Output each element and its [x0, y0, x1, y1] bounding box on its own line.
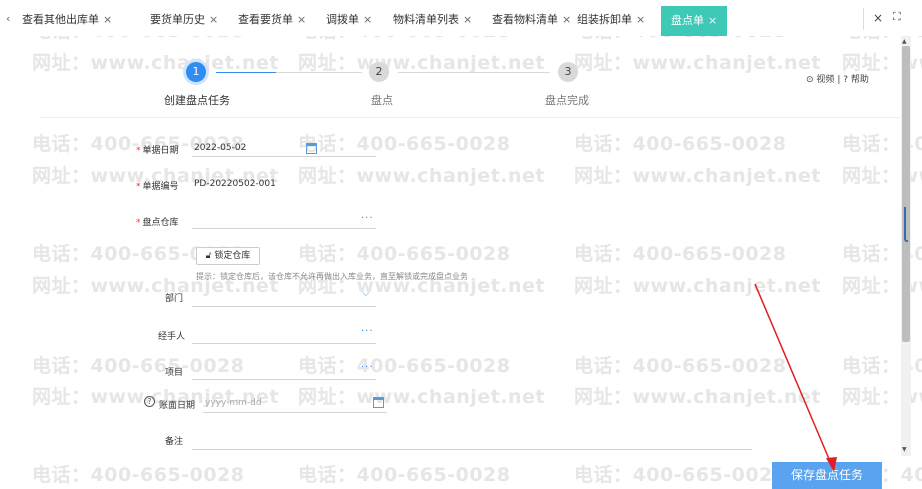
arrow-head	[826, 457, 837, 472]
annotation-arrow	[754, 283, 837, 472]
page: 电话：400-665-0028 电话：400-665-0028 电话：400-6…	[0, 0, 922, 489]
arrow-line	[754, 283, 833, 467]
